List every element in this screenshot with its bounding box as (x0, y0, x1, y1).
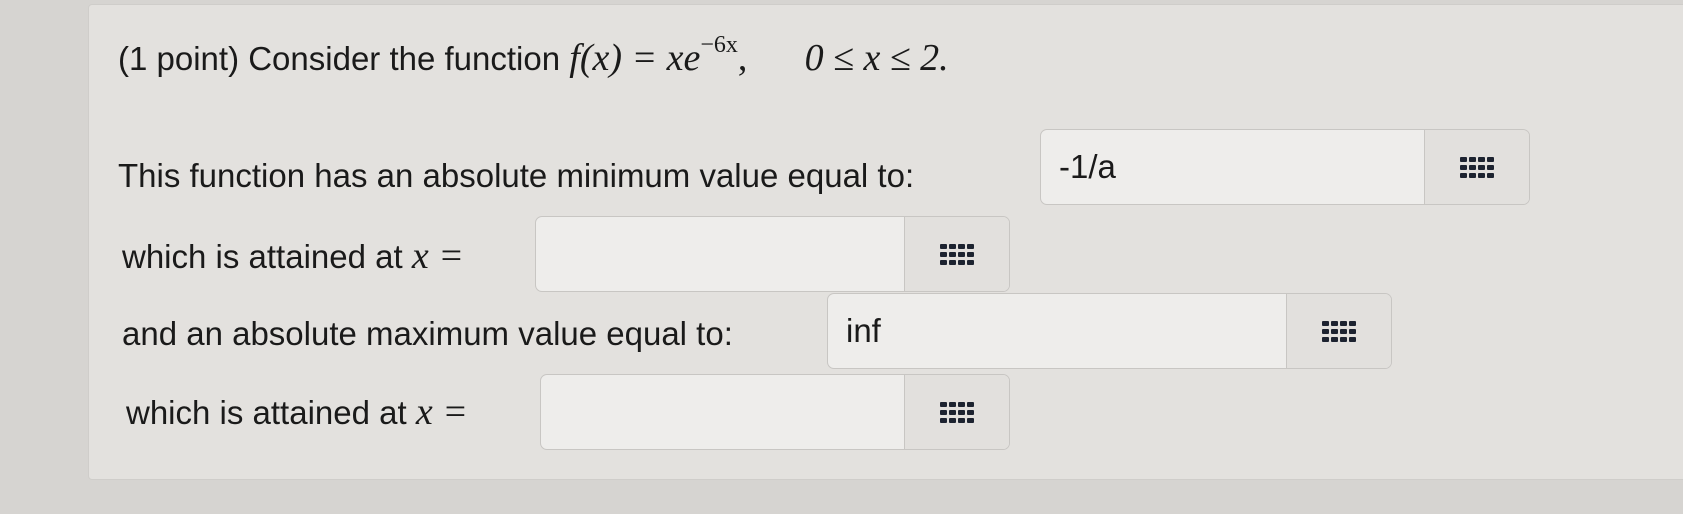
min-location-answer (535, 216, 1010, 292)
grid-icon (940, 243, 974, 265)
min-location-input[interactable] (536, 217, 904, 291)
min-location-text: which is attained at (122, 238, 403, 275)
max-value-label: and an absolute maximum value equal to: (122, 315, 733, 352)
max-location-x: x = (415, 391, 468, 433)
max-value-answer: inf (827, 293, 1392, 369)
min-value-answer: -1/a (1040, 129, 1530, 205)
min-value-equation-editor-button[interactable] (1424, 130, 1529, 204)
function-expression: f(x) = xe (569, 37, 701, 79)
function-comma: , (737, 37, 748, 79)
function-exponent: −6x (700, 32, 738, 58)
grid-icon (1460, 156, 1494, 178)
max-location-input[interactable] (541, 375, 904, 449)
min-location-x: x = (411, 235, 464, 277)
max-value-input[interactable]: inf (828, 294, 1286, 368)
problem-statement: (1 point) Consider the function f(x) = x… (118, 32, 949, 83)
min-location-equation-editor-button[interactable] (904, 217, 1009, 291)
grid-icon (940, 401, 974, 423)
min-value-label: This function has an absolute minimum va… (118, 157, 915, 194)
max-location-answer (540, 374, 1010, 450)
max-location-label: which is attained at x = (126, 392, 468, 433)
max-location-text: which is attained at (126, 394, 407, 431)
problem-prefix: (1 point) Consider the function (118, 40, 561, 77)
grid-icon (1322, 320, 1356, 342)
min-value-input[interactable]: -1/a (1041, 130, 1424, 204)
min-location-label: which is attained at x = (122, 236, 464, 277)
max-location-equation-editor-button[interactable] (904, 375, 1009, 449)
max-value-equation-editor-button[interactable] (1286, 294, 1391, 368)
function-domain: 0 ≤ x ≤ 2. (804, 37, 949, 79)
